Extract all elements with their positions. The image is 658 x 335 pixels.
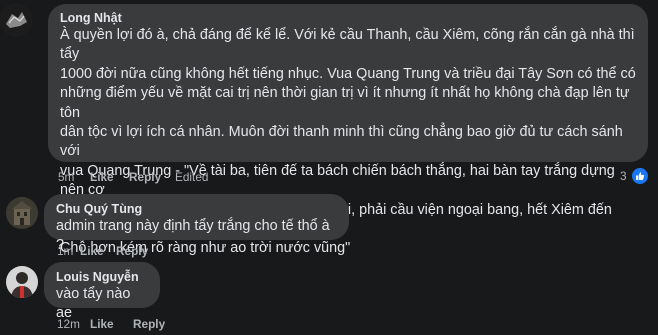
comment-bubble: Long Nhật À quyền lợi đó à, chả đáng để …: [48, 4, 648, 256]
reaction-count: 3: [620, 169, 627, 183]
comment-bubble: Louis Nguyễn vào tẩy nào ae: [44, 262, 160, 321]
avatar[interactable]: [6, 197, 38, 229]
edited-label: Edited: [175, 170, 209, 184]
comment-actions: 1m Like Reply: [57, 244, 257, 258]
comment-timestamp[interactable]: 5m: [58, 170, 74, 184]
comment-bubble: Chu Quý Tùng admin trang này định tẩy tr…: [44, 194, 349, 253]
like-button[interactable]: Like: [80, 244, 104, 258]
reaction-summary[interactable]: 3: [620, 166, 650, 186]
comment-author[interactable]: Louis Nguyễn: [56, 269, 148, 285]
comment-author[interactable]: Long Nhật: [60, 10, 636, 26]
reply-button[interactable]: Reply: [129, 170, 161, 184]
comment-actions: 12m Like Reply: [57, 317, 257, 331]
comment-line: À quyền lợi đó à, chả đáng để kể lể. Với…: [60, 27, 635, 63]
thumbs-up-icon: [629, 166, 650, 186]
like-button[interactable]: Like: [90, 170, 114, 184]
reply-button[interactable]: Reply: [116, 244, 148, 258]
comment-author[interactable]: Chu Quý Tùng: [56, 201, 337, 217]
reply-button[interactable]: Reply: [133, 317, 165, 331]
comment-chu-quy-tung: Chu Quý Tùng admin trang này định tẩy tr…: [0, 190, 658, 260]
avatar[interactable]: [6, 266, 38, 298]
comment-long-nhat: Long Nhật À quyền lợi đó à, chả đáng để …: [0, 0, 658, 256]
comment-timestamp[interactable]: 12m: [57, 317, 80, 331]
comment-actions: 5m Like Reply Edited: [58, 170, 358, 184]
comment-timestamp[interactable]: 1m: [57, 244, 73, 258]
like-button[interactable]: Like: [90, 317, 114, 331]
comment-line: dân tộc vì lợi ích cá nhân. Muôn đời tha…: [60, 124, 623, 160]
comment-louis-nguyen: Louis Nguyễn vào tẩy nào ae 12m Like Rep…: [0, 262, 658, 335]
comment-line: những điểm yếu về mặt cai trị nên thời g…: [60, 85, 630, 121]
avatar[interactable]: [0, 4, 32, 36]
comment-line: 1000 đời nữa cũng không hết tiếng nhục. …: [60, 65, 636, 82]
